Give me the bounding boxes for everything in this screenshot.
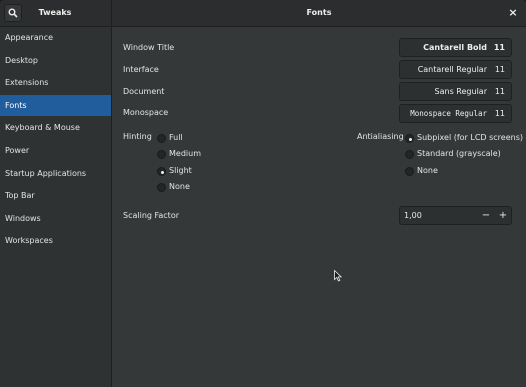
- sidebar-item-appearance[interactable]: Appearance: [0, 27, 111, 48]
- antialiasing-label: Antialiasing: [357, 132, 404, 141]
- monospace-label: Monospace: [123, 108, 169, 117]
- page-title: Fonts: [306, 8, 332, 17]
- font-name: Monospace Regular: [410, 109, 487, 118]
- document-font-button[interactable]: Sans Regular 11: [399, 82, 512, 101]
- sidebar-item-label: Startup Applications: [5, 168, 87, 178]
- sidebar-item-label: Fonts: [5, 100, 27, 110]
- sidebar-item-desktop[interactable]: Desktop: [0, 50, 111, 71]
- antialiasing-none-label: None: [417, 166, 438, 175]
- scaling-factor-label: Scaling Factor: [123, 211, 180, 220]
- sidebar-item-top-bar[interactable]: Top Bar: [0, 185, 111, 206]
- sidebar-item-extensions[interactable]: Extensions: [0, 72, 111, 93]
- sidebar-item-startup-applications[interactable]: Startup Applications: [0, 163, 111, 184]
- sidebar-item-label: Top Bar: [5, 191, 35, 201]
- hinting-slight-label: Slight: [169, 166, 192, 175]
- sidebar-item-workspaces[interactable]: Workspaces: [0, 230, 111, 251]
- scaling-factor-spinbutton[interactable]: 1,00 − +: [399, 206, 512, 225]
- search-icon: [8, 8, 18, 18]
- antialiasing-standard-radio[interactable]: [405, 150, 414, 159]
- hinting-full-label: Full: [169, 133, 183, 142]
- sidebar-item-keyboard-mouse[interactable]: Keyboard & Mouse: [0, 117, 111, 138]
- sidebar-item-label: Windows: [5, 213, 41, 223]
- sidebar-item-label: Power: [5, 146, 30, 155]
- hinting-medium-radio[interactable]: [157, 150, 166, 159]
- fonts-panel: Window Title Cantarell Bold 11 Interface…: [112, 27, 526, 387]
- sidebar: Appearance Desktop Extensions Fonts Keyb…: [0, 27, 112, 387]
- antialiasing-subpixel-radio[interactable]: [405, 134, 414, 143]
- tweaks-window: Tweaks Fonts × Appearance Desktop Extens…: [0, 0, 526, 387]
- hinting-slight-radio[interactable]: [157, 167, 166, 176]
- interface-font-button[interactable]: Cantarell Regular 11: [399, 60, 512, 79]
- mouse-pointer-icon: [334, 270, 342, 282]
- sidebar-item-label: Workspaces: [5, 236, 53, 246]
- font-size: 11: [494, 65, 505, 74]
- sidebar-item-windows[interactable]: Windows: [0, 208, 111, 229]
- scaling-factor-value[interactable]: 1,00: [404, 207, 422, 224]
- app-title: Tweaks: [38, 8, 72, 17]
- antialiasing-none-radio[interactable]: [405, 167, 414, 176]
- hinting-full-radio[interactable]: [157, 134, 166, 143]
- close-icon[interactable]: ×: [504, 4, 522, 22]
- antialiasing-subpixel-label: Subpixel (for LCD screens): [417, 133, 523, 142]
- plus-icon[interactable]: +: [497, 207, 509, 224]
- minus-icon[interactable]: −: [480, 207, 492, 224]
- antialiasing-standard-label: Standard (grayscale): [417, 149, 501, 158]
- hinting-label: Hinting: [123, 132, 152, 141]
- sidebar-item-label: Keyboard & Mouse: [5, 123, 80, 133]
- sidebar-item-fonts[interactable]: Fonts: [0, 94, 111, 116]
- font-size: 11: [494, 87, 505, 96]
- document-label: Document: [123, 87, 165, 96]
- sidebar-item-power[interactable]: Power: [0, 140, 111, 161]
- header-bar: Tweaks Fonts ×: [0, 0, 526, 27]
- monospace-font-button[interactable]: Monospace Regular 11: [399, 104, 512, 123]
- sidebar-item-label: Desktop: [5, 55, 38, 65]
- font-name: Sans Regular: [434, 87, 487, 96]
- window-title-font-button[interactable]: Cantarell Bold 11: [399, 38, 512, 57]
- hinting-medium-label: Medium: [169, 149, 201, 158]
- hinting-none-radio[interactable]: [157, 183, 166, 192]
- font-name: Cantarell Bold: [423, 43, 487, 52]
- window-title-label: Window Title: [123, 43, 175, 52]
- hinting-none-label: None: [169, 182, 190, 191]
- sidebar-item-label: Extensions: [5, 78, 49, 88]
- search-button[interactable]: [4, 4, 22, 22]
- font-size: 11: [494, 109, 505, 118]
- interface-label: Interface: [123, 65, 159, 74]
- font-size: 11: [493, 43, 505, 52]
- font-name: Cantarell Regular: [417, 65, 487, 74]
- sidebar-item-label: Appearance: [5, 33, 54, 42]
